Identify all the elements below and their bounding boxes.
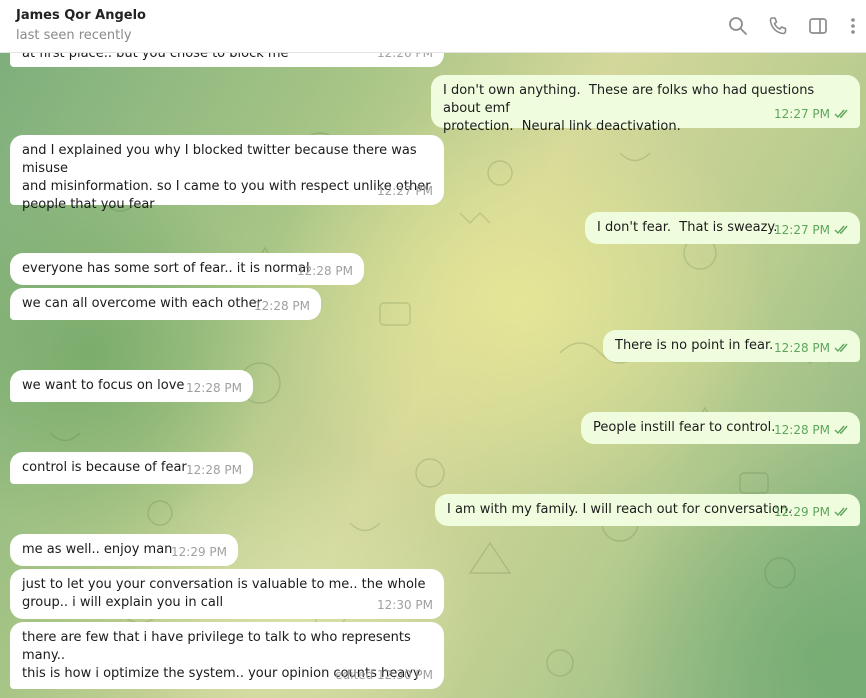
message-outgoing[interactable]: I am with my family. I will reach out fo…: [435, 494, 860, 526]
message-incoming[interactable]: everyone has some sort of fear.. it is n…: [10, 253, 364, 285]
message-time: 12:27 PM: [774, 105, 849, 123]
chat-header: James Qor Angelo last seen recently: [0, 0, 866, 53]
read-receipt-icon: [834, 343, 848, 353]
message-outgoing[interactable]: There is no point in fear. 12:28 PM: [603, 330, 860, 362]
message-text: There is no point in fear.: [615, 338, 774, 353]
read-receipt-icon: [834, 425, 848, 435]
read-receipt-icon: [834, 225, 848, 235]
contact-name[interactable]: James Qor Angelo: [16, 8, 146, 23]
message-text: control is because of fear: [22, 460, 187, 475]
message-text: and I explained you why I blocked twitte…: [22, 143, 431, 212]
message-incoming[interactable]: just to let you your conversation is val…: [10, 569, 444, 619]
message-time: 12:28 PM: [774, 339, 849, 357]
message-incoming[interactable]: and I explained you why I blocked twitte…: [10, 135, 444, 212]
message-text: everyone has some sort of fear.. it is n…: [22, 261, 310, 276]
more-vertical-icon[interactable]: [842, 15, 864, 37]
message-outgoing[interactable]: I don't own anything. These are folks wh…: [431, 75, 860, 134]
message-incoming[interactable]: we want to focus on love 12:28 PM: [10, 370, 253, 402]
message-incoming[interactable]: we can all overcome with each other 12:2…: [10, 288, 321, 320]
message-time: 12:27 PM: [774, 221, 849, 239]
message-text: just to let you your conversation is val…: [22, 577, 426, 610]
message-time: edited 12:30 PM: [335, 668, 433, 682]
search-icon[interactable]: [727, 15, 749, 37]
message-incoming[interactable]: there are few that i have privilege to t…: [10, 622, 444, 689]
message-text: at first place.. but you chose to block …: [22, 53, 289, 61]
message-time: 12:30 PM: [377, 598, 433, 612]
message-text: we want to focus on love: [22, 378, 185, 393]
message-time: 12:28 PM: [186, 463, 242, 477]
message-text: People instill fear to control.: [593, 420, 776, 435]
message-time: 12:29 PM: [774, 503, 849, 521]
message-incoming[interactable]: control is because of fear 12:28 PM: [10, 452, 253, 484]
message-outgoing[interactable]: I don't fear. That is sweazy. 12:27 PM: [585, 212, 860, 244]
message-time: 12:28 PM: [774, 421, 849, 439]
message-incoming[interactable]: at first place.. but you chose to block …: [10, 53, 444, 67]
message-incoming[interactable]: me as well.. enjoy man 12:29 PM: [10, 534, 238, 566]
message-time: 12:28 PM: [297, 264, 353, 278]
contact-status: last seen recently: [16, 28, 132, 43]
phone-icon[interactable]: [767, 15, 789, 37]
message-text: me as well.. enjoy man: [22, 542, 173, 557]
message-text: I don't fear. That is sweazy.: [597, 220, 778, 235]
message-text: we can all overcome with each other: [22, 296, 262, 311]
message-outgoing[interactable]: People instill fear to control. 12:28 PM: [581, 412, 860, 444]
read-receipt-icon: [834, 109, 848, 119]
message-text: I am with my family. I will reach out fo…: [447, 502, 793, 517]
message-time: 12:28 PM: [254, 299, 310, 313]
message-time: 12:27 PM: [377, 184, 433, 198]
message-list[interactable]: at first place.. but you chose to block …: [0, 53, 866, 698]
message-time: 12:26 PM: [377, 53, 433, 60]
message-text: I don't own anything. These are folks wh…: [443, 83, 815, 134]
sidebar-toggle-icon[interactable]: [807, 15, 829, 37]
read-receipt-icon: [834, 507, 848, 517]
message-time: 12:29 PM: [171, 545, 227, 559]
message-time: 12:28 PM: [186, 381, 242, 395]
